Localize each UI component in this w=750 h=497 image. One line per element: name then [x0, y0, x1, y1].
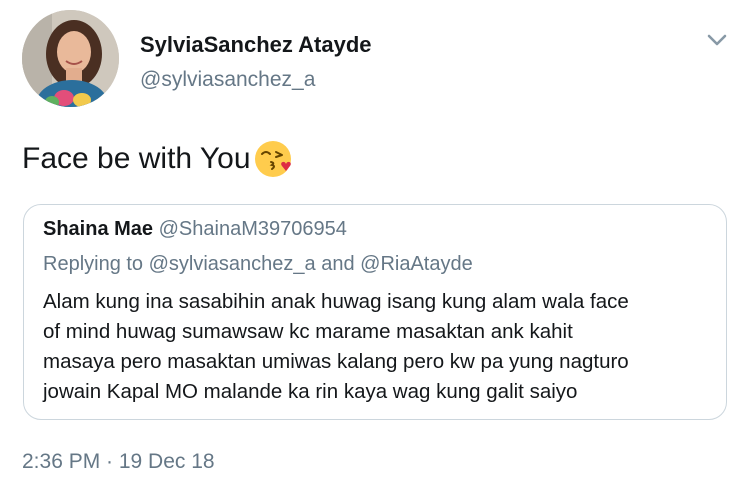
- face-blowing-kiss-emoji-icon: [252, 138, 294, 180]
- quoted-author-handle: @ShainaM39706954: [158, 218, 347, 240]
- quoted-text-line: masaya pero masaktan umiwas kalang pero …: [43, 350, 629, 373]
- quoted-text-line: Alam kung ina sasabihin anak huwag isang…: [43, 290, 629, 313]
- profile-photo: [22, 10, 119, 107]
- author-name[interactable]: SylviaSanchez Atayde: [140, 32, 372, 58]
- tweet-text: Face be with You: [22, 138, 294, 180]
- quoted-text-line: of mind huwag sumawsaw kc marame masakta…: [43, 320, 573, 343]
- quoted-text-line: jowain Kapal MO malande ka rin kaya wag …: [43, 380, 578, 403]
- quoted-author-name: Shaina Mae: [43, 218, 154, 240]
- avatar[interactable]: [22, 10, 119, 107]
- quoted-tweet-header: Shaina Mae @ShainaM39706954: [43, 218, 347, 241]
- replying-to: Replying to @sylviasanchez_a and @RiaAta…: [43, 253, 473, 275]
- timestamp[interactable]: 2:36 PM · 19 Dec 18: [22, 450, 215, 474]
- chevron-down-icon[interactable]: [700, 26, 734, 54]
- tweet-card[interactable]: SylviaSanchez Atayde @sylviasanchez_a Fa…: [0, 0, 750, 497]
- tweet-text-content: Face be with You: [22, 142, 251, 175]
- author-handle[interactable]: @sylviasanchez_a: [140, 68, 315, 92]
- quoted-tweet-text: Alam kung ina sasabihin anak huwag isang…: [43, 287, 713, 407]
- quoted-tweet[interactable]: Shaina Mae @ShainaM39706954 Replying to …: [23, 204, 727, 420]
